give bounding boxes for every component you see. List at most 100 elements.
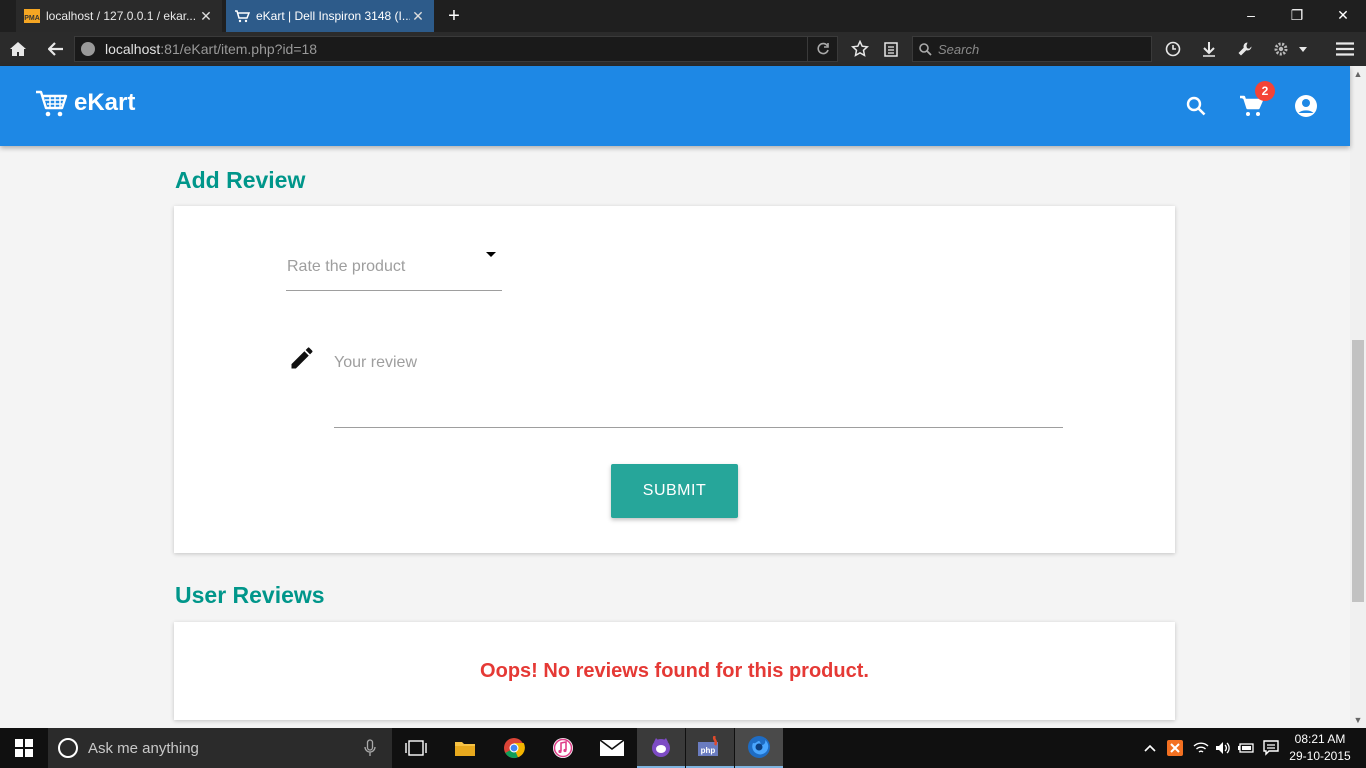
taskbar-firefox-developer[interactable] xyxy=(735,728,783,768)
dropdown-arrow-icon xyxy=(486,252,496,257)
windows-taskbar: Ask me anything php 08:21 AM 29-10-2015 xyxy=(0,728,1366,768)
tray-volume[interactable] xyxy=(1212,728,1234,768)
cart-count-badge: 2 xyxy=(1255,81,1275,101)
star-icon xyxy=(851,40,869,57)
rating-select-placeholder: Rate the product xyxy=(287,258,406,275)
account-button[interactable] xyxy=(1291,91,1321,121)
cortana-placeholder: Ask me anything xyxy=(88,739,199,757)
task-view-icon xyxy=(405,740,427,756)
user-reviews-card: Oops! No reviews found for this product. xyxy=(174,622,1175,720)
pencil-icon xyxy=(291,347,313,369)
cart-favicon-icon xyxy=(234,8,250,24)
scroll-down-arrow-icon[interactable]: ▼ xyxy=(1350,712,1366,728)
brand-name: eKart xyxy=(74,89,136,116)
submit-button[interactable]: SUBMIT xyxy=(611,464,738,518)
close-window-button[interactable]: ✕ xyxy=(1320,0,1366,30)
chrome-icon xyxy=(504,738,525,759)
svg-text:php: php xyxy=(701,746,716,755)
tray-battery[interactable] xyxy=(1236,728,1258,768)
downloads-button[interactable] xyxy=(1196,36,1222,62)
taskbar-mail[interactable] xyxy=(588,728,636,768)
user-reviews-title: User Reviews xyxy=(175,582,325,608)
chevron-down-icon xyxy=(1299,46,1307,52)
svg-text:PMA: PMA xyxy=(24,15,40,22)
brand-logo-link[interactable]: eKart xyxy=(34,86,135,120)
url-bar[interactable]: localhost:81/eKart/item.php?id=18 xyxy=(74,36,838,62)
url-path: :81/eKart/item.php?id=18 xyxy=(160,41,318,57)
cortana-icon xyxy=(58,738,78,758)
cortana-search-box[interactable]: Ask me anything xyxy=(48,728,392,768)
clock-time: 08:21 AM xyxy=(1294,732,1346,746)
account-circle-icon xyxy=(1295,95,1317,117)
browser-search-input[interactable] xyxy=(938,41,1138,57)
tray-action-center[interactable] xyxy=(1260,728,1282,768)
history-button[interactable] xyxy=(1160,36,1186,62)
show-hidden-icons-button[interactable] xyxy=(1140,728,1160,768)
bookmark-star-button[interactable] xyxy=(847,36,873,62)
home-icon xyxy=(10,42,26,56)
browser-tabstrip: PMA localhost / 127.0.0.1 / ekar... ✕ eK… xyxy=(0,0,1366,32)
clock-date: 29-10-2015 xyxy=(1289,749,1351,763)
taskbar-app-purple[interactable] xyxy=(637,728,685,768)
battery-icon xyxy=(1238,743,1254,753)
rating-select[interactable]: Rate the product xyxy=(286,246,502,291)
settings-dropdown-button[interactable] xyxy=(1294,36,1312,62)
wrench-icon xyxy=(1238,42,1252,56)
shopping-cart-logo-icon xyxy=(36,90,68,117)
hamburger-menu-icon xyxy=(1336,42,1354,56)
close-tab-icon[interactable]: ✕ xyxy=(198,8,214,25)
chevron-up-icon xyxy=(1144,744,1156,752)
gear-icon xyxy=(1274,42,1288,56)
no-reviews-message: Oops! No reviews found for this product. xyxy=(480,660,869,682)
back-arrow-icon xyxy=(48,42,63,56)
microphone-icon[interactable] xyxy=(364,739,376,757)
xampp-icon xyxy=(1167,740,1183,756)
page-scrollbar[interactable]: ▲ ▼ xyxy=(1350,66,1366,728)
settings-button[interactable] xyxy=(1268,36,1294,62)
wifi-icon xyxy=(1193,742,1209,753)
php-icon: php xyxy=(698,736,718,756)
url-text[interactable]: localhost:81/eKart/item.php?id=18 xyxy=(105,41,807,57)
scroll-up-arrow-icon[interactable]: ▲ xyxy=(1350,66,1366,82)
phpmyadmin-icon: PMA xyxy=(24,8,40,24)
tab-title: localhost / 127.0.0.1 / ekar... xyxy=(46,9,197,23)
review-textarea[interactable]: Your review xyxy=(334,346,1063,428)
windows-logo-icon xyxy=(15,739,33,757)
browser-tab-ekart[interactable]: eKart | Dell Inspiron 3148 (I... ✕ xyxy=(226,0,434,32)
download-icon xyxy=(1203,42,1215,57)
taskbar-chrome[interactable] xyxy=(490,728,538,768)
new-tab-button[interactable]: + xyxy=(444,4,464,28)
browser-tab-phpmyadmin[interactable]: PMA localhost / 127.0.0.1 / ekar... ✕ xyxy=(16,0,222,32)
site-info-icon[interactable] xyxy=(81,42,95,56)
itunes-icon xyxy=(553,738,573,758)
maximize-button[interactable]: ❐ xyxy=(1274,0,1320,30)
close-tab-icon[interactable]: ✕ xyxy=(410,8,426,25)
reload-button[interactable] xyxy=(807,37,837,61)
search-icon xyxy=(919,42,932,56)
app-header: eKart xyxy=(0,66,1350,146)
menu-button[interactable] xyxy=(1332,36,1358,62)
home-button[interactable] xyxy=(5,36,31,62)
tab-title: eKart | Dell Inspiron 3148 (I... xyxy=(256,9,410,23)
back-button[interactable] xyxy=(43,36,69,62)
task-view-button[interactable] xyxy=(392,728,440,768)
developer-tools-button[interactable] xyxy=(1232,36,1258,62)
taskbar-file-explorer[interactable] xyxy=(441,728,489,768)
url-host: localhost xyxy=(105,41,161,57)
browser-search-box[interactable] xyxy=(912,36,1152,62)
notification-icon xyxy=(1263,740,1279,756)
taskbar-clock[interactable]: 08:21 AM 29-10-2015 xyxy=(1284,731,1356,765)
search-button[interactable] xyxy=(1181,91,1211,121)
tray-xampp[interactable] xyxy=(1164,728,1186,768)
start-button[interactable] xyxy=(0,728,48,768)
clock-icon xyxy=(1165,41,1181,57)
taskbar-php-app[interactable]: php xyxy=(686,728,734,768)
speaker-icon xyxy=(1216,742,1230,754)
reading-list-button[interactable] xyxy=(878,36,904,62)
reload-icon xyxy=(816,42,829,55)
tray-network[interactable] xyxy=(1190,728,1212,768)
taskbar-itunes[interactable] xyxy=(539,728,587,768)
search-icon xyxy=(1186,96,1206,116)
scrollbar-thumb[interactable] xyxy=(1352,340,1364,602)
minimize-button[interactable]: – xyxy=(1228,0,1274,30)
